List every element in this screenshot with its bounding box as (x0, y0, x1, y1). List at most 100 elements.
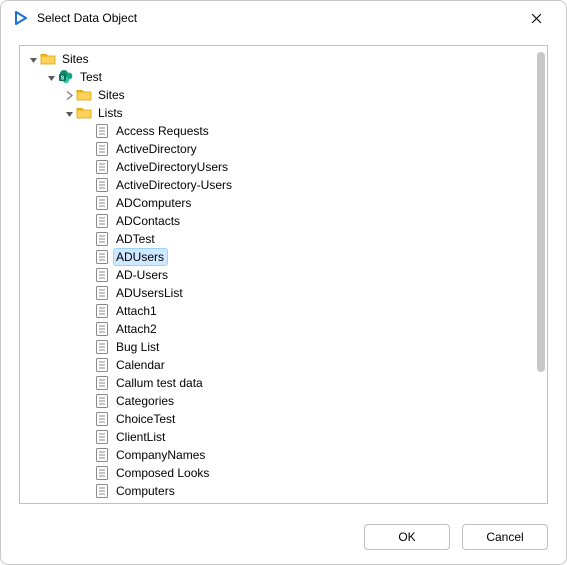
tree-item-access-requests[interactable]: Access Requests (26, 122, 535, 140)
list-icon (94, 375, 110, 391)
expander-spacer (80, 268, 94, 282)
list-icon (94, 123, 110, 139)
tree-item-companynames[interactable]: CompanyNames (26, 446, 535, 464)
tree-item-label[interactable]: Computers (114, 483, 178, 499)
list-icon (94, 213, 110, 229)
tree-item-adusers[interactable]: ADUsers (26, 248, 535, 266)
tree-item-label[interactable]: AD-Users (114, 267, 171, 283)
tree-item-adcontacts[interactable]: ADContacts (26, 212, 535, 230)
expander-spacer (80, 448, 94, 462)
tree-item-choicetest[interactable]: ChoiceTest (26, 410, 535, 428)
tree-item-adcomputers[interactable]: ADComputers (26, 194, 535, 212)
tree-item-label[interactable]: ADUsers (114, 249, 167, 265)
scrollbar[interactable] (537, 52, 545, 497)
list-icon (94, 231, 110, 247)
expander-spacer (80, 376, 94, 390)
tree-item-label[interactable]: Bug List (114, 339, 162, 355)
tree-item-activedirectory-users[interactable]: ActiveDirectory-Users (26, 176, 535, 194)
list-icon (94, 483, 110, 499)
tree-item-label[interactable]: Attach2 (114, 321, 160, 337)
svg-text:S: S (61, 75, 65, 81)
expander-spacer (80, 250, 94, 264)
close-button[interactable] (516, 5, 556, 31)
sharepoint-icon: S (58, 69, 74, 85)
tree-item-activedirectoryusers[interactable]: ActiveDirectoryUsers (26, 158, 535, 176)
expander-spacer (80, 196, 94, 210)
tree-item-adtest[interactable]: ADTest (26, 230, 535, 248)
list-icon (94, 465, 110, 481)
chevron-down-icon[interactable] (26, 52, 40, 66)
tree-item-label[interactable]: Lists (96, 105, 126, 121)
close-icon (531, 13, 542, 24)
tree-item-sites[interactable]: Sites (26, 50, 535, 68)
list-icon (94, 249, 110, 265)
tree-item-categories[interactable]: Categories (26, 392, 535, 410)
expander-spacer (80, 232, 94, 246)
tree-item-label[interactable]: ADUsersList (114, 285, 186, 301)
tree-item-label[interactable]: Calendar (114, 357, 168, 373)
folder-icon (76, 87, 92, 103)
list-icon (94, 195, 110, 211)
tree-item-sites[interactable]: Sites (26, 86, 535, 104)
tree-item-composed-looks[interactable]: Composed Looks (26, 464, 535, 482)
window-title: Select Data Object (37, 11, 516, 25)
tree-item-label[interactable]: ADContacts (114, 213, 183, 229)
dialog-content: Sites S Test Sites Lists Access Requests Activ… (1, 35, 566, 510)
tree-item-label[interactable]: Test (78, 69, 105, 85)
tree-item-computers[interactable]: Computers (26, 482, 535, 500)
tree-item-ad-users[interactable]: AD-Users (26, 266, 535, 284)
scrollbar-thumb[interactable] (537, 52, 545, 372)
chevron-down-icon[interactable] (62, 106, 76, 120)
chevron-right-icon[interactable] (62, 88, 76, 102)
tree-item-label[interactable]: ClientList (114, 429, 168, 445)
tree-item-label[interactable]: CompanyNames (114, 447, 208, 463)
tree-view[interactable]: Sites S Test Sites Lists Access Requests Activ… (19, 45, 548, 504)
chevron-down-icon[interactable] (44, 70, 58, 84)
tree-item-label[interactable]: ADComputers (114, 195, 194, 211)
tree-item-label[interactable]: ChoiceTest (114, 411, 178, 427)
expander-spacer (80, 124, 94, 138)
list-icon (94, 393, 110, 409)
tree-item-clientlist[interactable]: ClientList (26, 428, 535, 446)
cancel-button[interactable]: Cancel (462, 524, 548, 550)
tree-item-label[interactable]: ActiveDirectory (114, 141, 200, 157)
tree-item-label[interactable]: Sites (96, 87, 128, 103)
tree-item-attach1[interactable]: Attach1 (26, 302, 535, 320)
list-icon (94, 321, 110, 337)
tree-item-label[interactable]: Categories (114, 393, 177, 409)
tree-item-callum-test-data[interactable]: Callum test data (26, 374, 535, 392)
tree-item-lists[interactable]: Lists (26, 104, 535, 122)
expander-spacer (80, 160, 94, 174)
list-icon (94, 447, 110, 463)
tree-item-label[interactable]: Composed Looks (114, 465, 212, 481)
list-icon (94, 429, 110, 445)
tree-item-activedirectory[interactable]: ActiveDirectory (26, 140, 535, 158)
expander-spacer (80, 322, 94, 336)
app-icon (13, 10, 29, 26)
expander-spacer (80, 466, 94, 480)
expander-spacer (80, 286, 94, 300)
list-icon (94, 357, 110, 373)
titlebar: Select Data Object (1, 1, 566, 35)
tree-item-label[interactable]: ADTest (114, 231, 158, 247)
list-icon (94, 411, 110, 427)
tree-item-label[interactable]: Callum test data (114, 375, 206, 391)
tree-item-test[interactable]: S Test (26, 68, 535, 86)
tree-item-aduserslist[interactable]: ADUsersList (26, 284, 535, 302)
tree-item-attach2[interactable]: Attach2 (26, 320, 535, 338)
tree-item-label[interactable]: ActiveDirectory-Users (114, 177, 235, 193)
tree-item-bug-list[interactable]: Bug List (26, 338, 535, 356)
tree-item-label[interactable]: Sites (60, 51, 92, 67)
expander-spacer (80, 412, 94, 426)
expander-spacer (80, 430, 94, 444)
expander-spacer (80, 214, 94, 228)
tree-item-label[interactable]: Access Requests (114, 123, 212, 139)
tree-item-label[interactable]: Attach1 (114, 303, 160, 319)
tree-item-calendar[interactable]: Calendar (26, 356, 535, 374)
tree-item-label[interactable]: ActiveDirectoryUsers (114, 159, 231, 175)
expander-spacer (80, 178, 94, 192)
folder-icon (76, 105, 92, 121)
expander-spacer (80, 484, 94, 498)
list-icon (94, 159, 110, 175)
ok-button[interactable]: OK (364, 524, 450, 550)
